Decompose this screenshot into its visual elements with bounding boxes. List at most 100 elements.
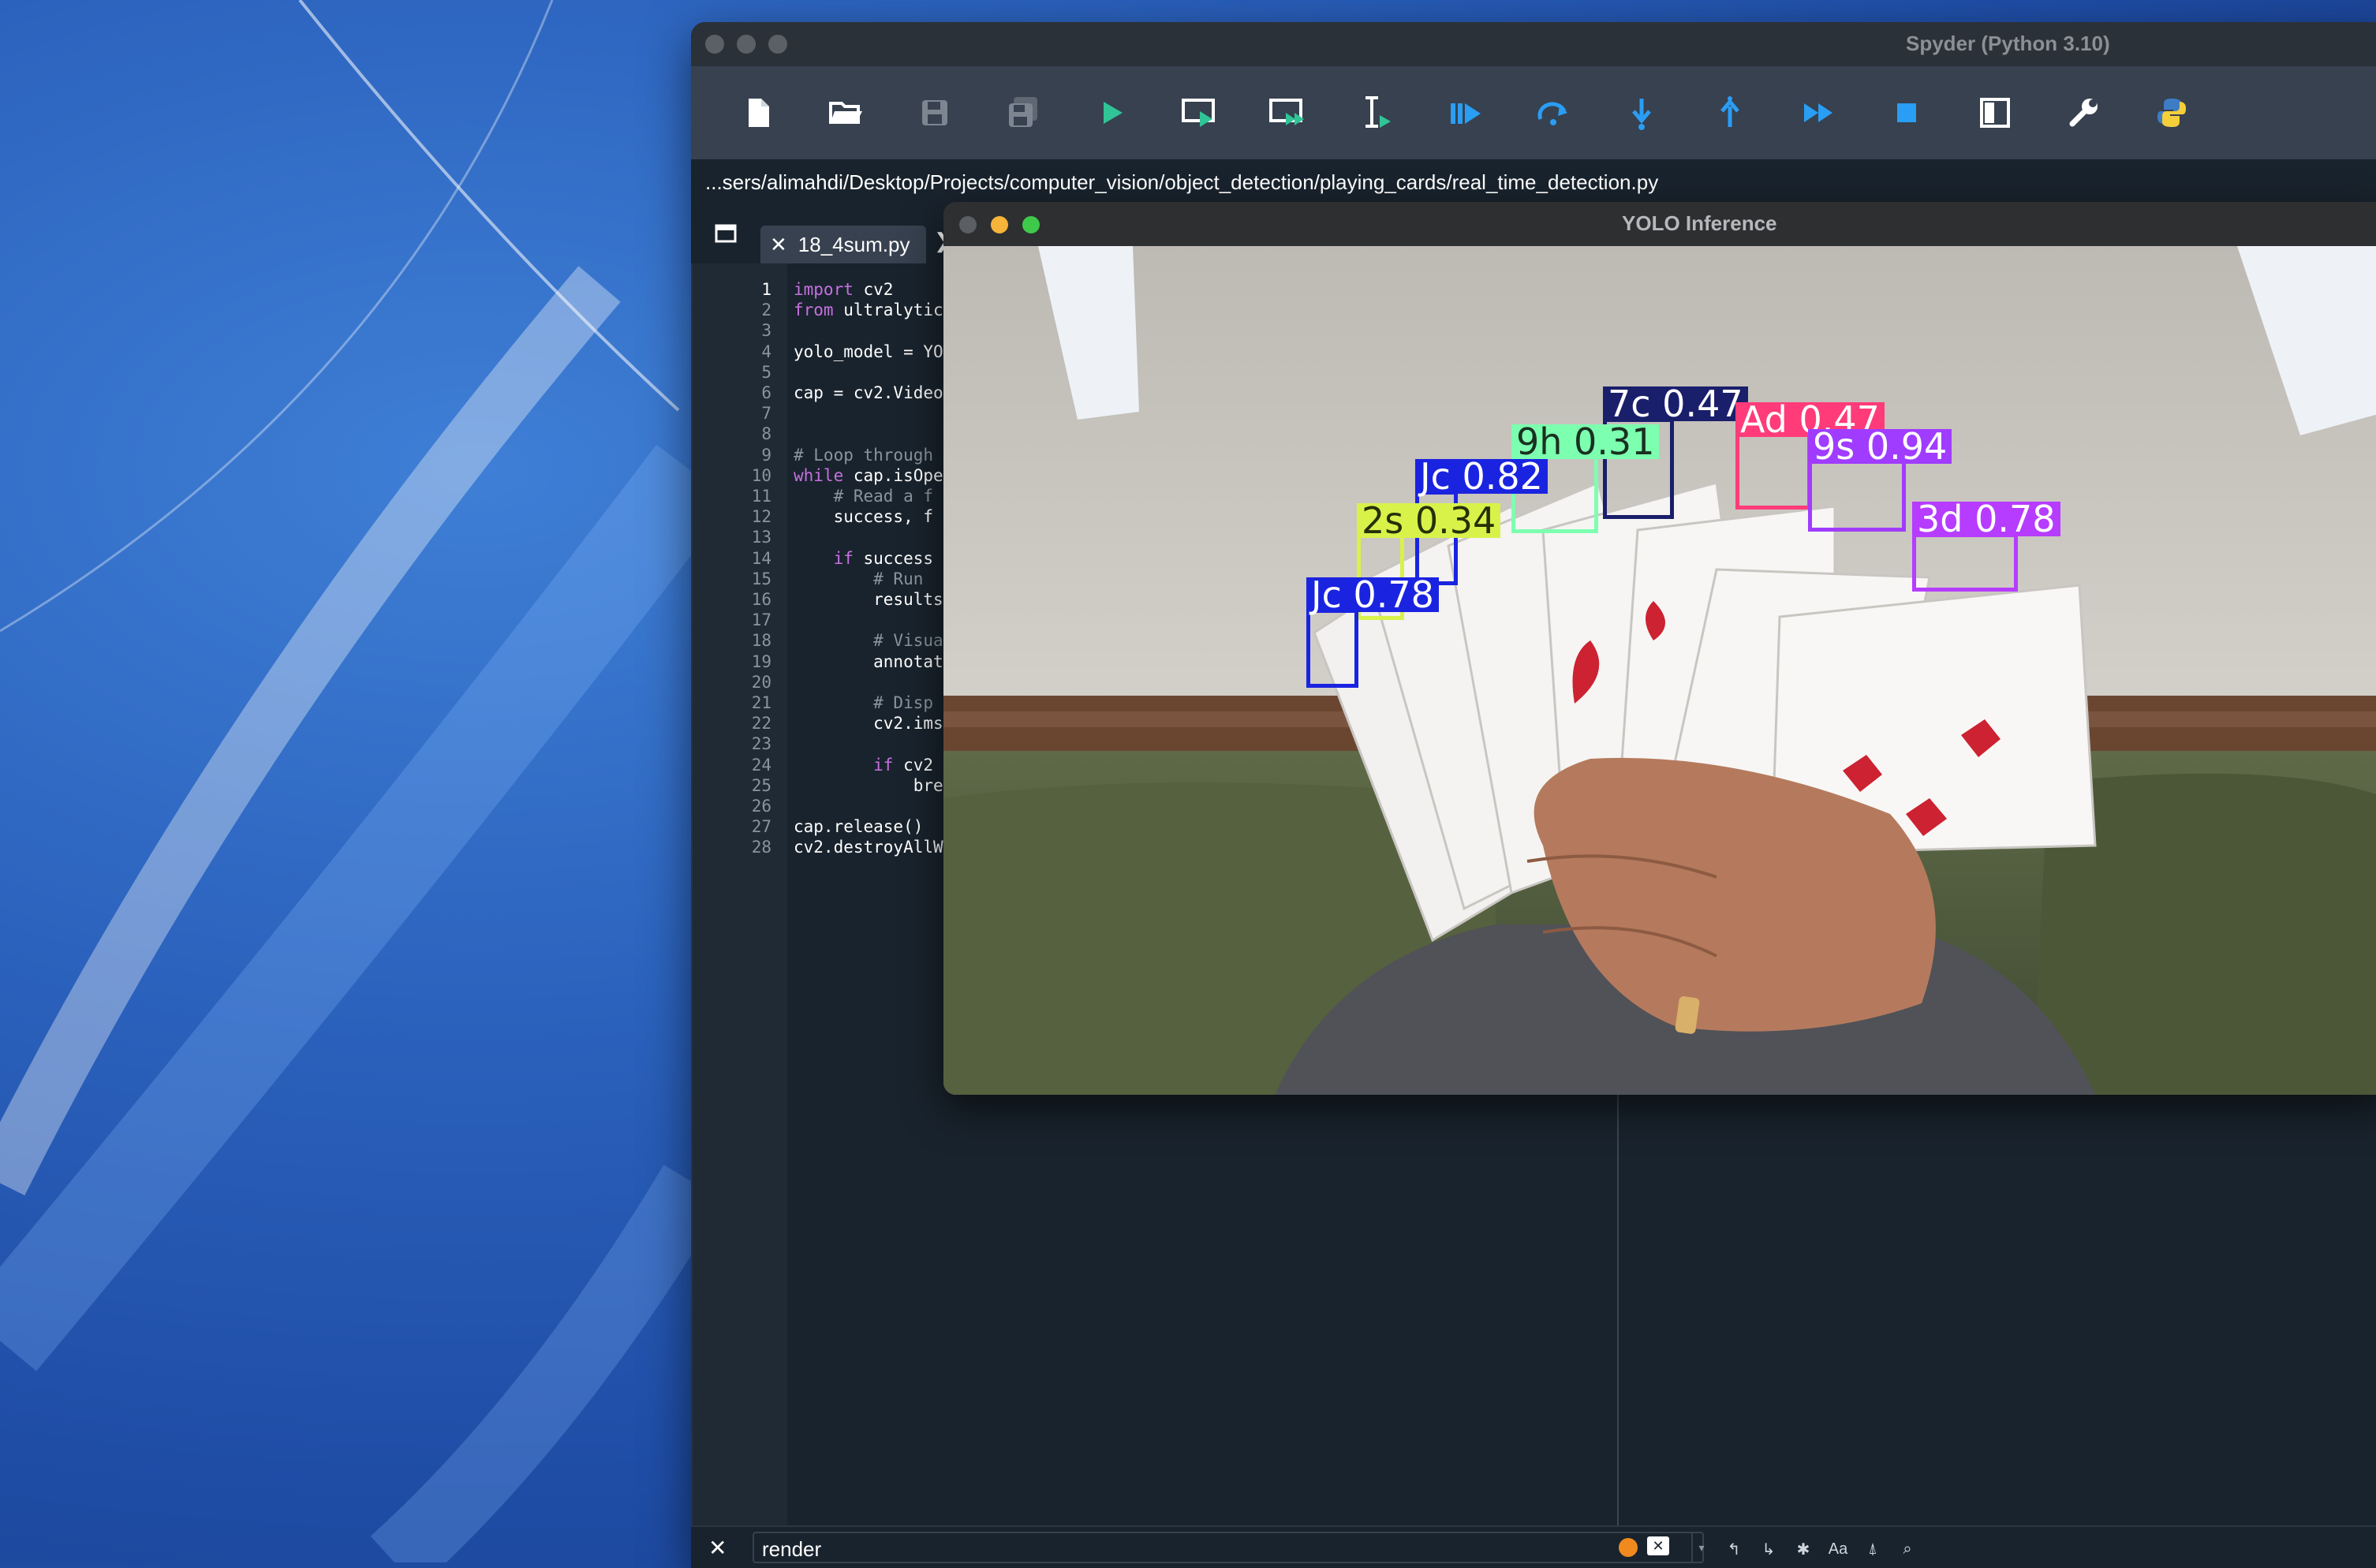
line-number: 16 bbox=[751, 590, 771, 609]
tab-label: 18_4sum.py bbox=[798, 232, 910, 256]
clear-search-icon[interactable]: ✕ bbox=[1647, 1536, 1669, 1555]
spyder-titlebar: Spyder (Python 3.10) bbox=[691, 22, 2376, 66]
line-number: 12 bbox=[751, 507, 771, 527]
code-line: yolo_model = YO bbox=[794, 342, 943, 361]
code-line: if success bbox=[833, 548, 934, 568]
detection-label: 7c 0.47 bbox=[1603, 386, 1748, 422]
detection-label: Jc 0.82 bbox=[1415, 458, 1548, 495]
line-number: 15 bbox=[751, 569, 771, 588]
line-number: 26 bbox=[751, 797, 771, 816]
line-number: 4 bbox=[761, 342, 771, 361]
code-line: if cv2 bbox=[873, 755, 934, 775]
editor-tab[interactable]: ✕ 18_4sum.py bbox=[760, 226, 926, 263]
code-line: from ultralytic bbox=[794, 301, 943, 320]
line-number: 5 bbox=[761, 362, 771, 382]
code-line: cv2.ims bbox=[794, 714, 943, 734]
code-line: cap.release() bbox=[794, 817, 924, 837]
debug-icon[interactable] bbox=[1439, 87, 1491, 139]
step-return-icon[interactable] bbox=[1704, 87, 1756, 139]
line-number: 23 bbox=[751, 734, 771, 754]
step-icon[interactable] bbox=[1527, 87, 1579, 139]
keyword: from bbox=[794, 301, 834, 320]
code-line: # Disp bbox=[794, 693, 934, 712]
camera-frame: 7c 0.47 Ad 0.47 9h 0.31 9s 0.94 Jc 0.82 … bbox=[943, 246, 2376, 1095]
stop-icon[interactable] bbox=[1881, 87, 1933, 139]
code-line: # Visua bbox=[794, 631, 943, 651]
keyword: while bbox=[794, 465, 844, 485]
code-line: import cv2 bbox=[794, 280, 894, 299]
continue-icon[interactable] bbox=[1792, 87, 1844, 139]
maximize-pane-icon[interactable] bbox=[1969, 87, 2021, 139]
no-match-indicator-icon bbox=[1619, 1538, 1638, 1557]
find-input[interactable]: render bbox=[753, 1532, 1704, 1563]
code-line: annotat bbox=[794, 651, 943, 671]
run-cell-icon[interactable] bbox=[1174, 87, 1226, 139]
save-icon[interactable] bbox=[909, 87, 961, 139]
regex-icon[interactable]: ✱ bbox=[1786, 1533, 1821, 1565]
line-number: 24 bbox=[751, 755, 771, 775]
case-sensitive-icon[interactable]: Aa bbox=[1821, 1533, 1855, 1565]
detection-box bbox=[1912, 533, 2018, 592]
keyword: if bbox=[833, 548, 854, 568]
yolo-inference-window[interactable]: YOLO Inference 7c 0.47 Ad 0.47 9h 0.31 9… bbox=[943, 202, 2376, 1095]
code-line: bre bbox=[794, 775, 943, 795]
working-path-bar: ...sers/alimahdi/Desktop/Projects/comput… bbox=[691, 159, 2376, 207]
detection-label: 9h 0.31 bbox=[1511, 424, 1660, 460]
whole-word-icon[interactable]: ⍋ bbox=[1855, 1533, 1890, 1565]
line-number: 20 bbox=[751, 672, 771, 692]
line-number: 9 bbox=[761, 445, 771, 465]
run-selection-icon[interactable] bbox=[1351, 87, 1403, 139]
code-line: # Read a f bbox=[794, 487, 934, 506]
line-number: 27 bbox=[751, 817, 771, 837]
zoom-window-button[interactable] bbox=[1022, 216, 1040, 233]
find-replace-bar: ✕ render ✕ ▾ ↰ ↳ ✱ Aa ⍋ ⌕ bbox=[691, 1525, 2376, 1568]
detection-label: 3d 0.78 bbox=[1912, 501, 2060, 537]
keyword: if bbox=[873, 755, 894, 775]
zoom-window-button[interactable] bbox=[768, 35, 787, 54]
code-line: cv2.destroyAllW bbox=[794, 838, 943, 857]
line-number-gutter: 1 2 3 4 5 6 7 8 9 10 11 12 13 14 15 16 17 18 19 20 21 22 23 24 2… bbox=[691, 263, 787, 1525]
python-path-icon[interactable] bbox=[2146, 87, 2198, 139]
line-number: 11 bbox=[751, 487, 771, 506]
main-toolbar bbox=[691, 66, 2376, 159]
code-line: success, f bbox=[794, 507, 934, 527]
close-window-button[interactable] bbox=[959, 216, 977, 233]
browse-tabs-icon[interactable] bbox=[715, 224, 737, 247]
camera-scene bbox=[943, 246, 2376, 1095]
line-number: 19 bbox=[751, 651, 771, 671]
line-number: 10 bbox=[751, 465, 771, 485]
run-cell-advance-icon[interactable] bbox=[1262, 87, 1314, 139]
line-number: 13 bbox=[751, 528, 771, 547]
line-number: 17 bbox=[751, 610, 771, 630]
code-line: results bbox=[794, 590, 943, 609]
keyword: import bbox=[794, 280, 854, 299]
new-file-icon[interactable] bbox=[732, 87, 784, 139]
code-line: while cap.isOpe bbox=[794, 465, 943, 485]
detection-label: 2s 0.34 bbox=[1357, 502, 1501, 539]
save-all-icon[interactable] bbox=[997, 87, 1049, 139]
code-line: # Loop through bbox=[794, 445, 934, 465]
line-number: 28 bbox=[751, 838, 771, 857]
line-number: 1 bbox=[761, 280, 771, 299]
highlight-matches-icon[interactable]: ⌕ bbox=[1890, 1533, 1925, 1565]
close-window-button[interactable] bbox=[705, 35, 724, 54]
preferences-wrench-icon[interactable] bbox=[2057, 87, 2109, 139]
line-number: 7 bbox=[761, 404, 771, 424]
find-next-icon[interactable]: ↳ bbox=[1751, 1533, 1786, 1565]
line-number: 14 bbox=[751, 548, 771, 568]
minimize-window-button[interactable] bbox=[991, 216, 1008, 233]
close-tab-icon[interactable]: ✕ bbox=[770, 233, 787, 257]
line-number: 22 bbox=[751, 714, 771, 734]
find-previous-icon[interactable]: ↰ bbox=[1717, 1533, 1751, 1565]
line-number: 25 bbox=[751, 775, 771, 795]
line-number: 2 bbox=[761, 301, 771, 320]
open-folder-icon[interactable] bbox=[820, 87, 872, 139]
run-icon[interactable] bbox=[1085, 87, 1138, 139]
close-find-icon[interactable]: ✕ bbox=[708, 1535, 727, 1561]
step-into-icon[interactable] bbox=[1616, 87, 1668, 139]
detection-label: Jc 0.78 bbox=[1306, 577, 1439, 613]
minimize-window-button[interactable] bbox=[737, 35, 756, 54]
search-history-dropdown-icon[interactable]: ▾ bbox=[1691, 1532, 1710, 1563]
window-title: Spyder (Python 3.10) bbox=[1906, 32, 2110, 55]
detection-label: 9s 0.94 bbox=[1808, 428, 1952, 465]
